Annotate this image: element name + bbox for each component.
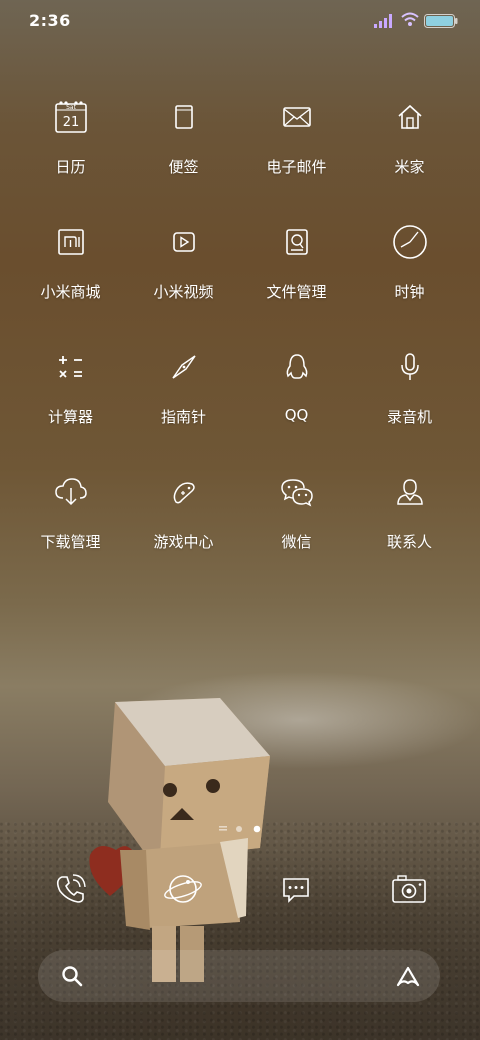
app-game-center[interactable]: 游戏中心 [127, 465, 240, 575]
page-dot-active [253, 825, 261, 833]
mi-store-icon [48, 219, 94, 265]
file-manager-icon [274, 219, 320, 265]
calendar-day: Sat [66, 104, 76, 111]
camera-icon [392, 875, 426, 903]
app-label: 日历 [55, 158, 86, 176]
app-label: 小米视频 [153, 283, 214, 301]
app-label: 便签 [168, 158, 199, 176]
search-bar[interactable] [38, 950, 440, 1002]
assistant-icon[interactable] [394, 964, 422, 992]
app-label: 米家 [394, 158, 425, 176]
app-recorder[interactable]: 录音机 [353, 340, 466, 450]
app-label: 电子邮件 [266, 158, 327, 176]
calendar-icon: Sat 21 [48, 94, 94, 140]
app-label: 联系人 [386, 533, 432, 551]
app-label: QQ [284, 406, 309, 424]
app-label: 下载管理 [40, 533, 101, 551]
app-label: 时钟 [394, 283, 425, 301]
app-mijia[interactable]: 米家 [353, 90, 466, 200]
email-icon [274, 94, 320, 140]
phone-icon [56, 874, 86, 903]
home-icon [387, 94, 433, 140]
page-dot [236, 826, 242, 832]
app-mi-video[interactable]: 小米视频 [127, 215, 240, 325]
app-label: 微信 [281, 533, 312, 551]
app-notes[interactable]: 便签 [127, 90, 240, 200]
app-calendar[interactable]: Sat 21 日历 [14, 90, 127, 200]
wifi-icon [401, 12, 419, 31]
app-wechat[interactable]: 微信 [240, 465, 353, 575]
page-indicator-menu-icon [219, 826, 227, 831]
app-file-manager[interactable]: 文件管理 [240, 215, 353, 325]
battery-icon [424, 13, 458, 32]
messages-icon [283, 878, 309, 903]
recorder-icon [387, 344, 433, 390]
dock-messages[interactable] [273, 866, 319, 912]
app-label: 录音机 [386, 408, 432, 426]
app-calculator[interactable]: 计算器 [14, 340, 127, 450]
video-icon [161, 219, 207, 265]
app-label: 计算器 [47, 408, 93, 426]
clock-icon [387, 219, 433, 265]
app-email[interactable]: 电子邮件 [240, 90, 353, 200]
contacts-icon [387, 469, 433, 515]
dock-camera[interactable] [386, 866, 432, 912]
dock-browser[interactable] [160, 866, 206, 912]
notes-icon [161, 94, 207, 140]
status-bar: 2:36 [0, 0, 480, 42]
app-label: 游戏中心 [153, 533, 214, 551]
calendar-date: 21 [62, 115, 79, 130]
app-label: 指南针 [160, 408, 206, 426]
signal-icon [374, 13, 396, 32]
calculator-icon [48, 344, 94, 390]
qq-icon [274, 344, 320, 390]
app-mi-store[interactable]: 小米商城 [14, 215, 127, 325]
app-compass[interactable]: 指南针 [127, 340, 240, 450]
status-time: 2:36 [29, 11, 71, 30]
compass-icon [161, 344, 207, 390]
app-label: 文件管理 [266, 283, 327, 301]
dock-phone[interactable] [48, 866, 94, 912]
app-label: 小米商城 [40, 283, 101, 301]
search-icon[interactable] [60, 964, 84, 992]
app-download-manager[interactable]: 下载管理 [14, 465, 127, 575]
wechat-icon [274, 469, 320, 515]
app-contacts[interactable]: 联系人 [353, 465, 466, 575]
app-qq[interactable]: QQ [240, 340, 353, 450]
download-icon [48, 469, 94, 515]
browser-icon [164, 875, 202, 903]
app-clock[interactable]: 时钟 [353, 215, 466, 325]
page-indicator[interactable] [219, 824, 263, 834]
game-center-icon [161, 469, 207, 515]
wallpaper-robot-figure [89, 698, 270, 982]
